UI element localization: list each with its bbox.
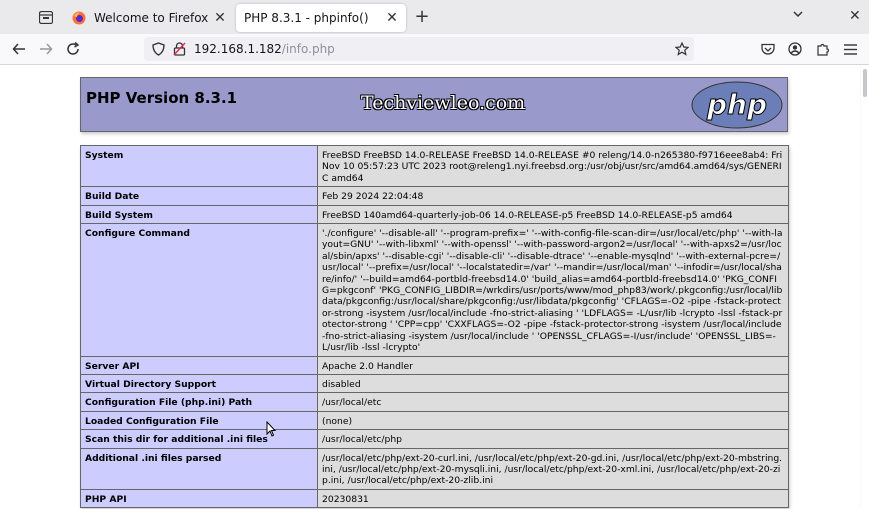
list-all-tabs-icon[interactable] (792, 8, 804, 24)
table-row: Virtual Directory Support disabled (80, 373, 789, 394)
page-title: PHP Version 8.3.1 (86, 89, 238, 107)
url-text: 192.168.1.182/info.php (194, 41, 335, 57)
directive-name: Configure Command (80, 223, 318, 357)
directive-name: Build System (80, 204, 318, 225)
tab-welcome-firefox[interactable]: Welcome to Firefox ✕ (64, 4, 234, 32)
tab-title: Welcome to Firefox (94, 11, 209, 25)
extensions-icon[interactable] (814, 40, 832, 58)
forward-arrow-icon[interactable] (37, 40, 55, 58)
hamburger-menu-icon[interactable] (841, 40, 859, 58)
scrollbar-thumb[interactable] (863, 69, 867, 97)
watermark-text: Techviewleo.com (361, 92, 526, 114)
table-row: Configure Command './configure' '--disabl… (80, 223, 789, 357)
page-scrollbar[interactable] (861, 65, 869, 509)
tab-bar: Welcome to Firefox ✕ PHP 8.3.1 - phpinfo… (0, 0, 869, 34)
directive-value: 20230831 (317, 488, 789, 509)
directive-name: Virtual Directory Support (80, 373, 318, 394)
close-window-icon[interactable]: ✕ (849, 8, 861, 24)
directive-value: FreeBSD 140amd64-quarterly-job-06 14.0-R… (317, 204, 789, 225)
directive-name: Scan this dir for additional .ini files (80, 429, 318, 449)
url-host: 192.168.1.182 (194, 42, 282, 56)
directive-name: Configuration File (php.ini) Path (80, 392, 318, 412)
directive-value: /usr/local/etc/php/ext-20-curl.ini, /usr… (317, 447, 789, 490)
pocket-icon[interactable] (759, 40, 777, 58)
reload-icon[interactable] (64, 40, 82, 58)
table-row: Additional .ini files parsed/usr/local/e… (80, 447, 789, 490)
account-icon[interactable] (786, 40, 804, 58)
tracking-shield-icon[interactable] (150, 41, 166, 57)
firefox-icon (72, 11, 86, 25)
insecure-lock-icon[interactable] (171, 41, 187, 57)
php-version-header: PHP Version 8.3.1 Techviewleo.com php (80, 77, 788, 132)
table-row: Scan this dir for additional .ini files /… (80, 429, 789, 449)
table-row: Configuration File (php.ini) Path/usr/lo… (80, 392, 789, 412)
navigation-toolbar: 192.168.1.182/info.php (0, 34, 869, 65)
back-arrow-icon[interactable] (10, 40, 28, 58)
table-row: Build System FreeBSD 140amd64-quarterly-j… (80, 204, 789, 225)
tab-phpinfo[interactable]: PHP 8.3.1 - phpinfo() ✕ (236, 4, 406, 32)
table-row: Build Date Feb 29 2024 22:04:48 (80, 186, 789, 206)
table-row: Server API Apache 2.0 Handler (80, 355, 789, 375)
php-logo[interactable]: php (691, 81, 783, 129)
bookmark-star-icon[interactable] (674, 41, 690, 57)
directive-name: Loaded Configuration File (80, 410, 318, 431)
directive-value: (none) (317, 410, 789, 431)
close-tab-icon[interactable]: ✕ (212, 10, 228, 26)
directive-value: Apache 2.0 Handler (317, 355, 789, 375)
mouse-cursor-icon (266, 420, 277, 437)
new-tab-button[interactable]: + (412, 7, 432, 27)
tab-list-icon[interactable] (36, 8, 56, 26)
page-content[interactable]: PHP Version 8.3.1 Techviewleo.com php Sy… (0, 65, 860, 509)
close-tab-icon[interactable]: ✕ (384, 10, 400, 26)
tab-title: PHP 8.3.1 - phpinfo() (244, 11, 369, 25)
php-info-table: System FreeBSD FreeBSD 14.0-RELEASE FreeB… (80, 144, 789, 509)
table-row: Loaded Configuration File (none) (80, 410, 789, 431)
directive-value: './configure' '--disable-all' '--program… (317, 223, 789, 357)
url-path: /info.php (281, 42, 335, 56)
directive-value: /usr/local/etc (317, 392, 789, 412)
directive-value: disabled (317, 373, 789, 394)
directive-name: System (80, 144, 318, 188)
svg-text:php: php (706, 88, 767, 121)
directive-value: FreeBSD FreeBSD 14.0-RELEASE FreeBSD 14.… (317, 144, 789, 188)
directive-name: Build Date (80, 186, 318, 206)
address-bar[interactable]: 192.168.1.182/info.php (144, 37, 694, 61)
directive-name: Additional .ini files parsed (80, 447, 318, 490)
table-row: System FreeBSD FreeBSD 14.0-RELEASE FreeB… (80, 144, 789, 188)
directive-name: Server API (80, 355, 318, 375)
directive-value: Feb 29 2024 22:04:48 (317, 186, 789, 206)
directive-name: PHP API (80, 488, 318, 509)
directive-value: /usr/local/etc/php (317, 429, 789, 449)
table-row: PHP API 20230831 (80, 488, 789, 509)
